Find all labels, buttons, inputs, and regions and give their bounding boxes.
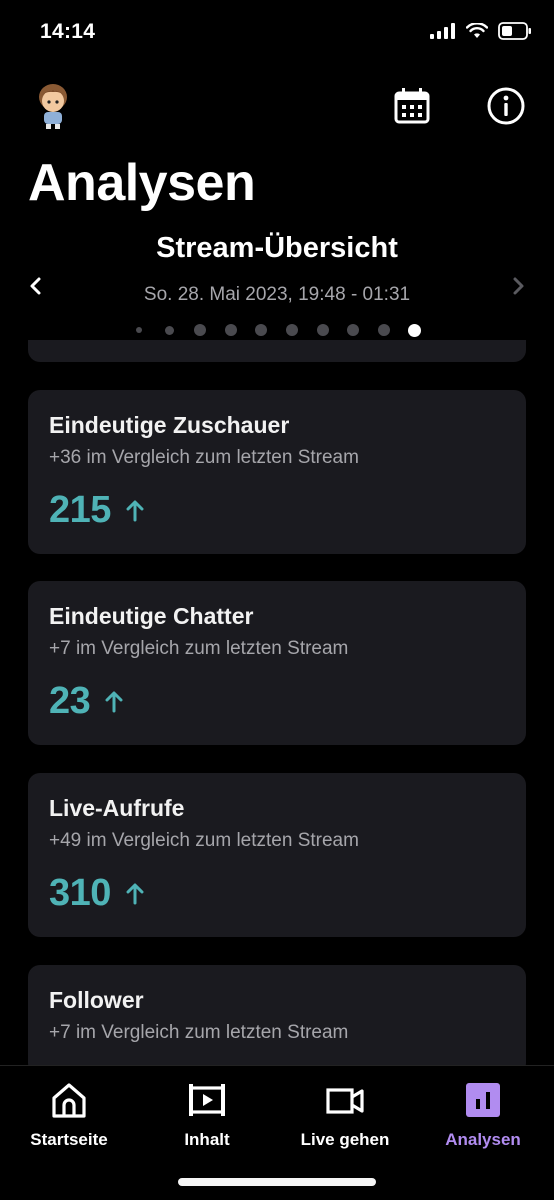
pager-dot[interactable] [347, 324, 360, 336]
header [0, 80, 554, 136]
tab-home[interactable]: Startseite [0, 1080, 138, 1150]
pager-dot[interactable] [255, 324, 268, 336]
tab-analytics[interactable]: Analysen [414, 1080, 552, 1150]
metric-card-followers[interactable]: Follower +7 im Vergleich zum letzten Str… [28, 965, 526, 1075]
metric-card-unique-chatters[interactable]: Eindeutige Chatter +7 im Vergleich zum l… [28, 581, 526, 745]
arrow-up-icon [126, 883, 144, 904]
pager-dot[interactable] [286, 324, 298, 336]
wifi-icon [466, 23, 488, 38]
status-icons [430, 22, 532, 40]
card-title: Eindeutige Zuschauer [49, 412, 290, 438]
metric-card-unique-viewers[interactable]: Eindeutige Zuschauer +36 im Vergleich zu… [28, 390, 526, 554]
card-subtitle: +7 im Vergleich zum letzten Stream [49, 1022, 349, 1043]
pager-dot[interactable] [316, 324, 329, 336]
home-indicator[interactable] [178, 1178, 376, 1186]
chevron-right-icon[interactable] [506, 274, 530, 298]
tab-label: Analysen [445, 1130, 521, 1149]
avatar[interactable] [34, 82, 72, 130]
overview-title: Stream-Übersicht [156, 232, 398, 264]
tab-content[interactable]: Inhalt [138, 1080, 276, 1150]
info-button[interactable] [486, 86, 526, 126]
tab-go-live[interactable]: Live gehen [276, 1080, 414, 1150]
card-title: Follower [49, 987, 144, 1013]
pager-dot[interactable] [136, 327, 142, 333]
arrow-up-icon [105, 691, 123, 712]
calendar-icon [394, 88, 430, 124]
status-time: 14:14 [40, 20, 96, 43]
calendar-button[interactable] [392, 86, 432, 126]
card-subtitle: +7 im Vergleich zum letzten Stream [49, 638, 349, 659]
info-icon [487, 87, 525, 125]
card-value: 23 [49, 680, 91, 722]
home-icon [52, 1083, 86, 1118]
battery-icon [498, 22, 531, 40]
pager-dot[interactable] [377, 324, 390, 336]
card-title: Live-Aufrufe [49, 795, 185, 821]
pager-dot[interactable] [165, 325, 175, 335]
video-camera-icon [326, 1088, 364, 1114]
signal-icon [430, 23, 455, 39]
card-value: 310 [49, 872, 111, 914]
card-value: 215 [49, 489, 111, 531]
pager-dot[interactable] [194, 324, 207, 336]
card-subtitle: +49 im Vergleich zum letzten Stream [49, 830, 359, 851]
page-indicator[interactable] [0, 322, 554, 338]
tab-label: Inhalt [184, 1130, 230, 1149]
tab-label: Startseite [30, 1130, 108, 1149]
film-icon [189, 1084, 225, 1116]
pager-dot[interactable] [407, 323, 421, 337]
page-title: Analysen [28, 154, 256, 212]
pager-dot[interactable] [224, 324, 237, 336]
metric-card-live-views[interactable]: Live-Aufrufe +49 im Vergleich zum letzte… [28, 773, 526, 937]
previous-card-edge [28, 340, 526, 362]
card-title: Eindeutige Chatter [49, 603, 254, 629]
status-bar: 14:14 [0, 0, 554, 70]
analytics-icon [466, 1083, 500, 1117]
arrow-up-icon [126, 500, 144, 521]
card-subtitle: +36 im Vergleich zum letzten Stream [49, 447, 359, 468]
tab-label: Live gehen [300, 1130, 390, 1149]
overview-date: So. 28. Mai 2023, 19:48 - 01:31 [143, 284, 411, 305]
